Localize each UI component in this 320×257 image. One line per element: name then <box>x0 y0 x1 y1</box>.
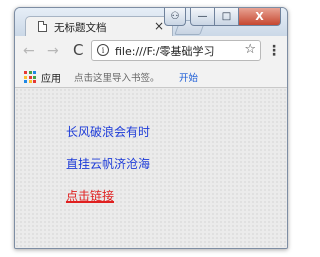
apps-grid-dot <box>28 75 32 79</box>
apps-label[interactable]: 应用 <box>41 70 61 85</box>
title-bar: 无标题文档 × ⚇ — □ X <box>15 8 287 37</box>
user-icon[interactable]: ⚇ <box>164 8 186 26</box>
menu-icon[interactable]: ⋮ <box>267 43 281 59</box>
tab-active[interactable]: 无标题文档 × <box>25 16 173 37</box>
minimize-button[interactable]: — <box>190 8 215 26</box>
apps-grid-dot <box>24 71 27 74</box>
apps-grid-dot <box>33 75 36 79</box>
tab-close-button[interactable]: × <box>154 19 164 33</box>
apps-grid-dot <box>28 80 32 83</box>
info-icon[interactable]: i <box>97 44 109 56</box>
page-content: 长风破浪会有时 直挂云帆济沧海 点击链接 <box>15 88 287 248</box>
bookmarks-bar: 应用 点击这里导入书签。 开始 <box>15 66 287 88</box>
click-link[interactable]: 点击链接 <box>66 187 114 204</box>
browser-window: 无标题文档 × ⚇ — □ X ← → C i file:///F:/零基础学习… <box>14 7 288 249</box>
apps-grid-icon[interactable] <box>24 71 36 83</box>
apps-grid-dot <box>24 75 27 79</box>
close-window-button[interactable]: X <box>239 8 281 26</box>
tab-title: 无标题文档 <box>54 22 107 34</box>
window-controls: ⚇ — □ X <box>164 8 281 27</box>
apps-grid-dot <box>24 80 27 83</box>
reload-button[interactable]: C <box>73 41 83 59</box>
address-bar[interactable]: i file:///F:/零基础学习 ☆ <box>91 40 261 61</box>
start-link[interactable]: 开始 <box>179 70 198 84</box>
document-icon <box>38 21 47 32</box>
text-line-1: 长风破浪会有时 <box>66 125 151 139</box>
browser-toolbar: ← → C i file:///F:/零基础学习 ☆ ⋮ <box>15 36 287 66</box>
apps-grid-dot <box>28 71 32 74</box>
bookmark-star-icon[interactable]: ☆ <box>244 42 256 57</box>
back-button[interactable]: ← <box>23 43 35 59</box>
import-bookmarks-hint[interactable]: 点击这里导入书签。 <box>74 70 160 84</box>
text-line-2: 直挂云帆济沧海 <box>66 157 151 171</box>
apps-grid-dot <box>33 71 36 74</box>
url-text[interactable]: file:///F:/零基础学习 <box>115 43 241 59</box>
apps-grid-dot <box>33 80 36 83</box>
maximize-button[interactable]: □ <box>215 8 239 26</box>
forward-button[interactable]: → <box>47 43 59 59</box>
